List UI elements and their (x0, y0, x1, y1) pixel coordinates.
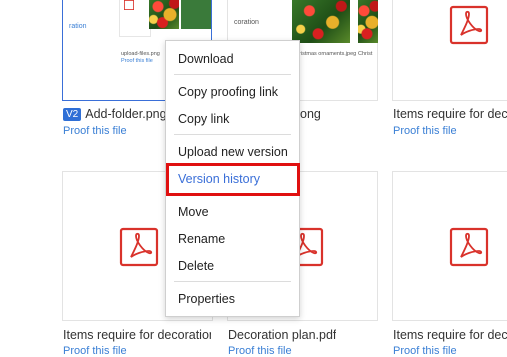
pdf-icon (124, 0, 134, 10)
file-name-add-folder[interactable]: V2 Add-folder.png (63, 107, 173, 121)
ornaments-thumbnail-2 (181, 0, 211, 29)
file-name-items[interactable]: Items require for decoration (63, 328, 211, 342)
menu-item-properties[interactable]: Properties (166, 286, 299, 313)
mini-file-card (119, 0, 151, 37)
menu-divider (174, 281, 291, 282)
menu-divider (174, 134, 291, 135)
context-menu: Download Copy proofing link Copy link Up… (165, 40, 300, 317)
preview-partial-label: coration (234, 19, 259, 26)
proof-link[interactable]: Proof this file (228, 345, 292, 357)
menu-divider (174, 74, 291, 75)
preview-partial-label: ration (69, 23, 87, 30)
mini-file-name: upload-files.png (121, 51, 160, 57)
menu-item-move[interactable]: Move (166, 199, 299, 226)
menu-item-version-history[interactable]: Version history (166, 166, 299, 193)
file-name-items[interactable]: Items require for decoration (393, 328, 507, 342)
menu-item-rename[interactable]: Rename (166, 226, 299, 253)
proof-link[interactable]: Proof this file (63, 125, 127, 137)
version-badge: V2 (63, 108, 82, 121)
file-card-items[interactable] (392, 0, 507, 101)
file-name-folder[interactable]: ong (300, 107, 321, 121)
file-name-decoration-plan[interactable]: Decoration plan.pdf (228, 328, 336, 342)
ornaments-thumbnail (292, 0, 350, 43)
ornaments-thumbnail (149, 0, 179, 29)
menu-item-download[interactable]: Download (166, 46, 299, 73)
proof-link[interactable]: Proof this file (63, 345, 127, 357)
pdf-icon (449, 5, 489, 45)
menu-item-copy-link[interactable]: Copy link (166, 106, 299, 133)
mini-file-name: Christmas ornaments.jpeg (292, 51, 357, 57)
menu-item-delete[interactable]: Delete (166, 253, 299, 280)
file-card-items[interactable] (392, 171, 507, 321)
mini-proof-link: Proof this file (121, 58, 153, 64)
ornaments-thumbnail-2 (358, 0, 378, 43)
pdf-icon (449, 227, 489, 267)
proof-link[interactable]: Proof this file (393, 345, 457, 357)
menu-item-copy-proofing-link[interactable]: Copy proofing link (166, 79, 299, 106)
proof-link[interactable]: Proof this file (393, 125, 457, 137)
file-name-items[interactable]: Items require for decoration (393, 107, 507, 121)
menu-divider (174, 194, 291, 195)
file-name-text: Add-folder.png (85, 107, 167, 121)
menu-item-upload-new-version[interactable]: Upload new version (166, 139, 299, 166)
mini-file-name: Christ (358, 51, 373, 57)
pdf-icon (119, 227, 159, 267)
